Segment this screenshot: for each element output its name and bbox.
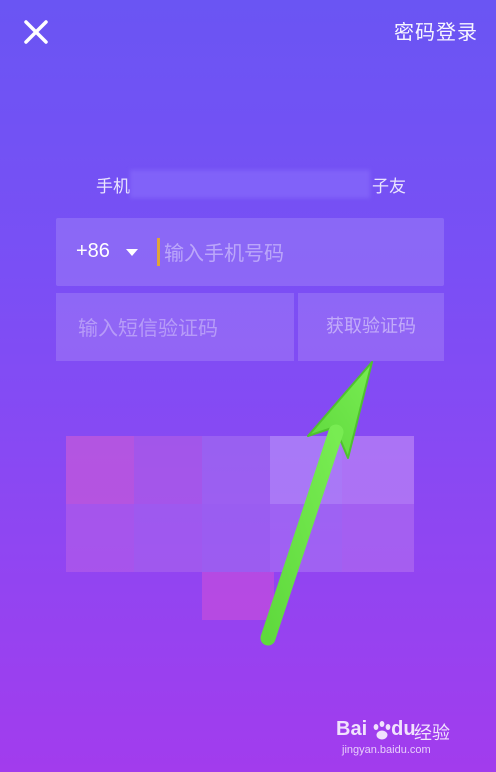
subtitle-text-right: 子友	[372, 177, 406, 197]
watermark-url: jingyan.baidu.com	[342, 744, 431, 756]
sms-code-row: 获取验证码	[56, 293, 444, 361]
mosaic-tile	[202, 436, 270, 504]
subtitle-row: 手机 子友	[96, 170, 416, 198]
get-code-button[interactable]: 获取验证码	[298, 293, 444, 361]
sms-code-input[interactable]	[76, 307, 290, 349]
mosaic-tile	[134, 504, 202, 572]
dropdown-arrow-icon[interactable]	[126, 249, 138, 256]
pixelated-mosaic	[66, 436, 414, 620]
password-login-link[interactable]: 密码登录	[394, 16, 478, 45]
watermark-brand-b: du	[391, 718, 416, 740]
watermark-brand-a: Bai	[336, 718, 368, 740]
annotation-arrow	[260, 361, 373, 646]
paw-icon	[373, 721, 391, 740]
phone-number-input[interactable]	[162, 232, 436, 274]
mosaic-tile	[342, 436, 414, 504]
mosaic-tile	[342, 504, 414, 572]
mosaic-tile	[270, 504, 342, 572]
mosaic-tile	[66, 436, 134, 504]
blurred-mask	[130, 170, 370, 198]
watermark-jingyan: 经验	[414, 723, 450, 744]
close-icon	[24, 20, 48, 44]
mosaic-tile	[202, 572, 274, 620]
country-code-selector[interactable]: +86	[76, 240, 110, 263]
mosaic-tile	[66, 504, 134, 572]
sms-code-field	[56, 293, 294, 361]
text-cursor	[157, 238, 160, 266]
subtitle-text-left: 手机	[96, 177, 130, 197]
mosaic-tile	[270, 436, 342, 504]
mosaic-tile	[134, 436, 202, 504]
phone-field: +86	[56, 218, 444, 286]
baidu-jingyan-watermark: Bai du 经验 jingyan.baidu.com	[336, 718, 476, 762]
close-button[interactable]	[22, 18, 50, 46]
mosaic-tile	[202, 504, 270, 572]
